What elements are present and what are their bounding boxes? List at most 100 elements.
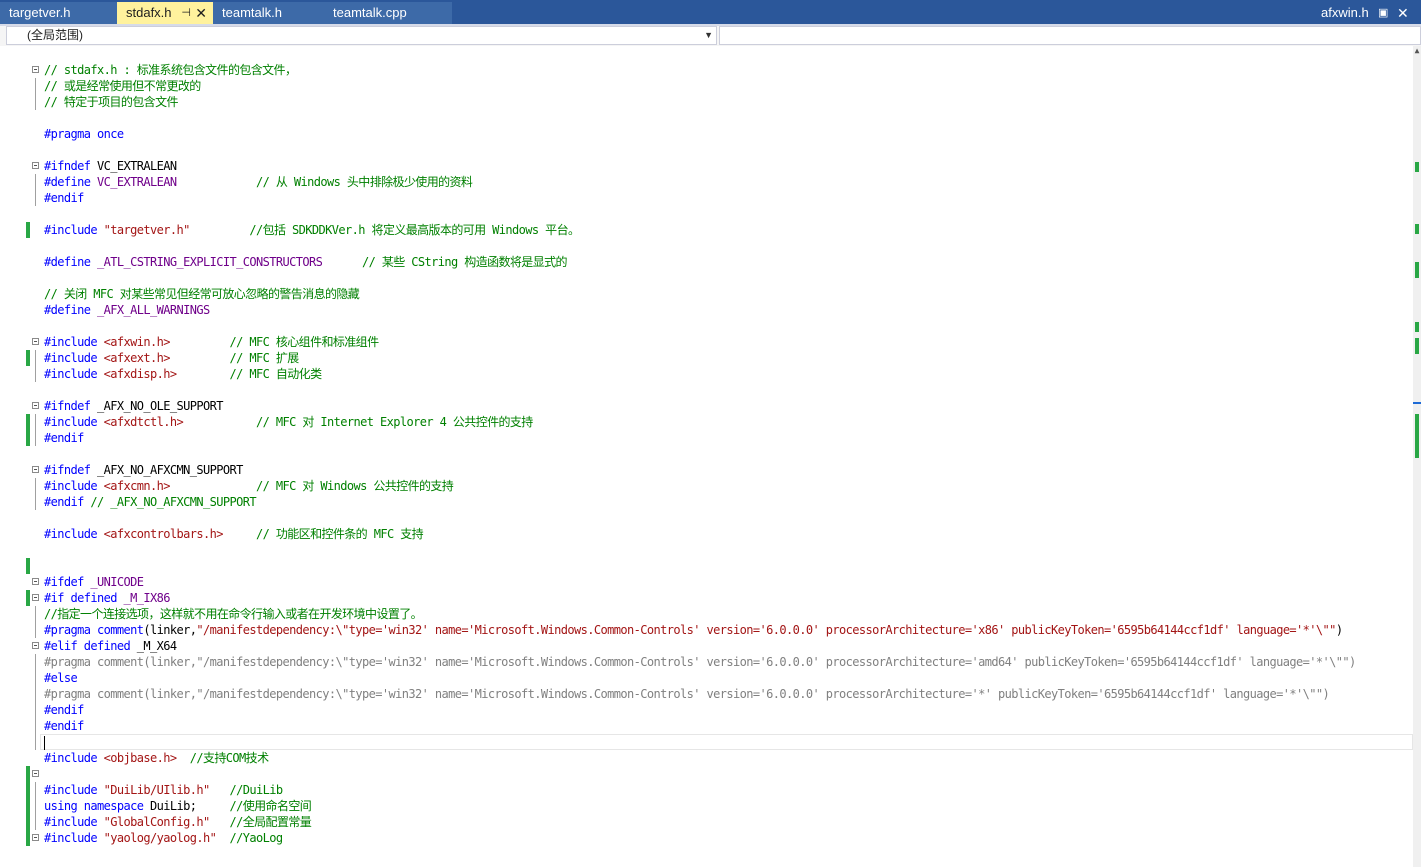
- vertical-scrollbar[interactable]: ▲: [1413, 46, 1421, 867]
- member-dropdown[interactable]: [719, 26, 1421, 45]
- close-icon[interactable]: ✕: [1397, 2, 1409, 24]
- collapse-icon[interactable]: [32, 578, 39, 585]
- code-line[interactable]: #define VC_EXTRALEAN // 从 Windows 头中排除极少…: [0, 174, 1413, 190]
- code-line[interactable]: #include "targetver.h" //包括 SDKDDKVer.h …: [0, 222, 1413, 238]
- collapse-icon[interactable]: [32, 338, 39, 345]
- code-line[interactable]: // 关闭 MFC 对某些常见但经常可放心忽略的警告消息的隐藏: [0, 286, 1413, 302]
- code-token: // MFC 对 Internet Explorer 4 公共控件的支持: [256, 415, 533, 429]
- code-token: defined: [83, 639, 131, 653]
- code-text: #define _AFX_ALL_WARNINGS: [44, 302, 210, 318]
- code-line[interactable]: #include "DuiLib/UIlib.h" //DuiLib: [0, 782, 1413, 798]
- tab-teamtalk-cpp[interactable]: teamtalk.cpp: [324, 2, 452, 24]
- code-line[interactable]: [0, 542, 1413, 558]
- change-marker: [26, 590, 30, 606]
- code-line[interactable]: #ifndef _AFX_NO_OLE_SUPPORT: [0, 398, 1413, 414]
- code-text: #define _ATL_CSTRING_EXPLICIT_CONSTRUCTO…: [44, 254, 568, 270]
- code-line[interactable]: [0, 558, 1413, 574]
- collapse-icon[interactable]: [32, 402, 39, 409]
- code-line[interactable]: [0, 270, 1413, 286]
- code-line[interactable]: #define _AFX_ALL_WARNINGS: [0, 302, 1413, 318]
- outline-guide: [35, 814, 36, 830]
- code-line[interactable]: #elif defined _M_X64: [0, 638, 1413, 654]
- code-line[interactable]: #ifdef _UNICODE: [0, 574, 1413, 590]
- code-line[interactable]: #include <afxext.h> // MFC 扩展: [0, 350, 1413, 366]
- code-line[interactable]: [0, 766, 1413, 782]
- collapse-icon[interactable]: [32, 770, 39, 777]
- code-line[interactable]: // stdafx.h : 标准系统包含文件的包含文件，: [0, 62, 1413, 78]
- code-line[interactable]: #endif // _AFX_NO_AFXCMN_SUPPORT: [0, 494, 1413, 510]
- collapse-icon[interactable]: [32, 466, 39, 473]
- code-line[interactable]: #pragma comment(linker,"/manifestdepende…: [0, 686, 1413, 702]
- code-line[interactable]: [0, 734, 1413, 750]
- code-line[interactable]: #endif: [0, 702, 1413, 718]
- code-line[interactable]: #pragma once: [0, 126, 1413, 142]
- code-token: _UNICODE: [90, 575, 144, 589]
- tab-stdafx-h[interactable]: stdafx.h ⊣ ✕: [117, 2, 213, 24]
- code-line[interactable]: #include <afxdtctl.h> // MFC 对 Internet …: [0, 414, 1413, 430]
- change-marker: [26, 798, 30, 814]
- code-text: #ifndef _AFX_NO_OLE_SUPPORT: [44, 398, 223, 414]
- code-line[interactable]: #include <afxcontrolbars.h> // 功能区和控件条的 …: [0, 526, 1413, 542]
- change-mark: [1415, 338, 1419, 354]
- code-line[interactable]: //指定一个连接选项，这样就不用在命令行输入或者在开发环境中设置了。: [0, 606, 1413, 622]
- code-line[interactable]: #ifndef _AFX_NO_AFXCMN_SUPPORT: [0, 462, 1413, 478]
- outline-guide: [35, 670, 36, 686]
- code-line[interactable]: #include <afxwin.h> // MFC 核心组件和标准组件: [0, 334, 1413, 350]
- code-line[interactable]: #pragma comment(linker,"/manifestdepende…: [0, 622, 1413, 638]
- code-line[interactable]: // 特定于项目的包含文件: [0, 94, 1413, 110]
- code-line[interactable]: [0, 110, 1413, 126]
- code-line[interactable]: [0, 382, 1413, 398]
- code-line[interactable]: #include <afxdisp.h> // MFC 自动化类: [0, 366, 1413, 382]
- close-icon[interactable]: ✕: [195, 2, 207, 24]
- tab-targetver-h[interactable]: targetver.h: [0, 2, 117, 24]
- scroll-up-icon[interactable]: ▲: [1413, 46, 1421, 60]
- change-mark: [1415, 224, 1419, 234]
- code-line[interactable]: #pragma comment(linker,"/manifestdepende…: [0, 654, 1413, 670]
- code-token: "yaolog/yaolog.h": [103, 831, 217, 845]
- code-line[interactable]: #include "GlobalConfig.h" //全局配置常量: [0, 814, 1413, 830]
- dropdown-arrow-icon[interactable]: ▼: [704, 27, 713, 44]
- collapse-icon[interactable]: [32, 162, 39, 169]
- code-line[interactable]: [0, 238, 1413, 254]
- code-line[interactable]: #if defined _M_IX86: [0, 590, 1413, 606]
- collapse-icon[interactable]: [32, 642, 39, 649]
- outline-guide: [35, 734, 36, 750]
- code-line[interactable]: // 或是经常使用但不常更改的: [0, 78, 1413, 94]
- code-line[interactable]: #endif: [0, 190, 1413, 206]
- code-token: #include: [44, 751, 98, 765]
- code-line[interactable]: #endif: [0, 718, 1413, 734]
- code-line[interactable]: #include "yaolog/yaolog.h" //YaoLog: [0, 830, 1413, 846]
- code-line[interactable]: [0, 446, 1413, 462]
- keep-open-icon[interactable]: ▣: [1378, 2, 1388, 24]
- code-editor[interactable]: // stdafx.h : 标准系统包含文件的包含文件， // 或是经常使用但不常…: [0, 46, 1413, 867]
- code-text: // 特定于项目的包含文件: [44, 94, 178, 110]
- code-line[interactable]: [0, 510, 1413, 526]
- code-line[interactable]: using namespace DuiLib; //使用命名空间: [0, 798, 1413, 814]
- collapse-icon[interactable]: [32, 834, 39, 841]
- code-line[interactable]: [0, 318, 1413, 334]
- code-line[interactable]: [0, 206, 1413, 222]
- collapse-icon[interactable]: [32, 594, 39, 601]
- code-line[interactable]: [0, 142, 1413, 158]
- code-text: #include <afxdtctl.h> // MFC 对 Internet …: [44, 414, 533, 430]
- code-line[interactable]: #include <afxcmn.h> // MFC 对 Windows 公共控…: [0, 478, 1413, 494]
- code-line[interactable]: #define _ATL_CSTRING_EXPLICIT_CONSTRUCTO…: [0, 254, 1413, 270]
- code-line[interactable]: #include <objbase.h> //支持COM技术: [0, 750, 1413, 766]
- change-mark: [1415, 414, 1419, 458]
- pin-icon[interactable]: ⊣: [181, 2, 191, 24]
- code-line[interactable]: #ifndef VC_EXTRALEAN: [0, 158, 1413, 174]
- tab-teamtalk-h[interactable]: teamtalk.h: [213, 2, 324, 24]
- code-text: #pragma once: [44, 126, 124, 142]
- collapse-icon[interactable]: [32, 66, 39, 73]
- preview-tab-afxwin-h[interactable]: afxwin.h ▣ ✕: [1311, 2, 1421, 24]
- code-line[interactable]: #endif: [0, 430, 1413, 446]
- code-line[interactable]: #else: [0, 670, 1413, 686]
- scope-dropdown[interactable]: (全局范围) ▼: [6, 26, 717, 45]
